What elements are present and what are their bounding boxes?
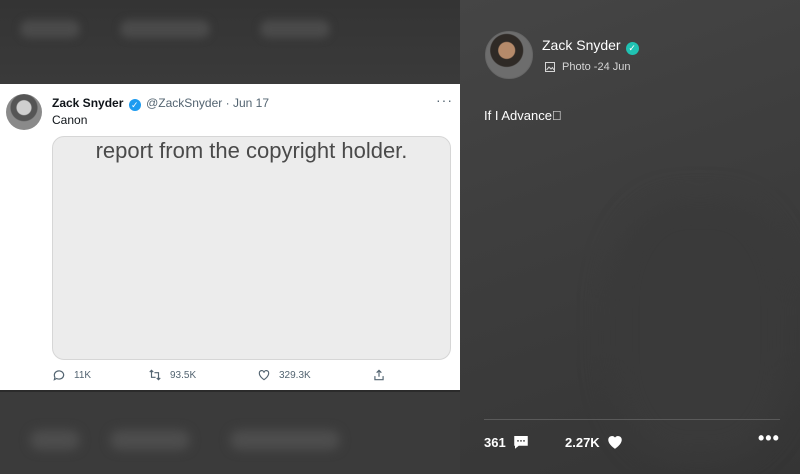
verified-badge-icon: ✓ [128, 99, 141, 111]
likes-button[interactable]: 2.27K [565, 433, 624, 451]
tweet-author-handle[interactable]: @ZackSnyder [146, 96, 222, 110]
tweet-dot-separator: · [225, 96, 230, 110]
photo-icon [545, 62, 555, 72]
post-author[interactable]: Zack Snyder ✓ [542, 37, 639, 55]
verified-badge-icon: ✓ [625, 42, 639, 55]
reply-button[interactable]: 11K [52, 368, 91, 382]
post-meta: Photo -24 Jun [544, 61, 631, 73]
heart-icon [258, 370, 270, 381]
tweet-action-bar: 11K 93.5K 329.3K [52, 368, 392, 384]
blurred-background-bottom [0, 392, 460, 474]
tweet-date[interactable]: Jun 17 [233, 96, 269, 110]
post-details-panel: Zack Snyder ✓ Photo -24 Jun If I Advance … [460, 0, 800, 474]
tweet-media-placeholder: report from the copyright holder. [52, 136, 451, 360]
like-button[interactable]: 329.3K [257, 368, 311, 382]
comment-count: 361 [484, 434, 506, 450]
share-button[interactable] [372, 368, 386, 382]
heart-icon [607, 436, 622, 449]
background-blur [610, 200, 790, 460]
post-author-avatar[interactable] [485, 31, 533, 79]
post-like-count: 2.27K [565, 434, 600, 450]
blurred-background-top [0, 0, 460, 84]
post-author-name: Zack Snyder [542, 37, 621, 53]
retweet-count: 93.5K [170, 369, 197, 381]
tweet-card: Zack Snyder ✓ @ZackSnyder · Jun 17 ··· C… [0, 84, 460, 390]
tweet-avatar[interactable] [6, 94, 42, 130]
divider [484, 419, 780, 420]
tweet-author-name[interactable]: Zack Snyder [52, 96, 123, 110]
tweet-text: Canon [52, 113, 88, 127]
comment-icon [513, 436, 528, 449]
more-options-icon[interactable]: ••• [758, 428, 780, 449]
post-meta-text: Photo -24 Jun [562, 61, 631, 73]
like-count: 329.3K [279, 369, 311, 381]
retweet-icon [149, 369, 161, 381]
more-options-icon[interactable]: ··· [436, 92, 453, 108]
comments-button[interactable]: 361 [484, 433, 530, 451]
reply-count: 11K [74, 369, 92, 381]
tweet-header: Zack Snyder ✓ @ZackSnyder · Jun 17 [52, 96, 269, 111]
reply-icon [53, 370, 65, 381]
screenshot-pane: Zack Snyder ✓ @ZackSnyder · Jun 17 ··· C… [0, 0, 460, 474]
share-icon [374, 369, 384, 381]
post-caption: If I Advance  [484, 108, 562, 123]
media-withheld-notice: report from the copyright holder. [95, 138, 408, 163]
retweet-button[interactable]: 93.5K [148, 368, 196, 382]
